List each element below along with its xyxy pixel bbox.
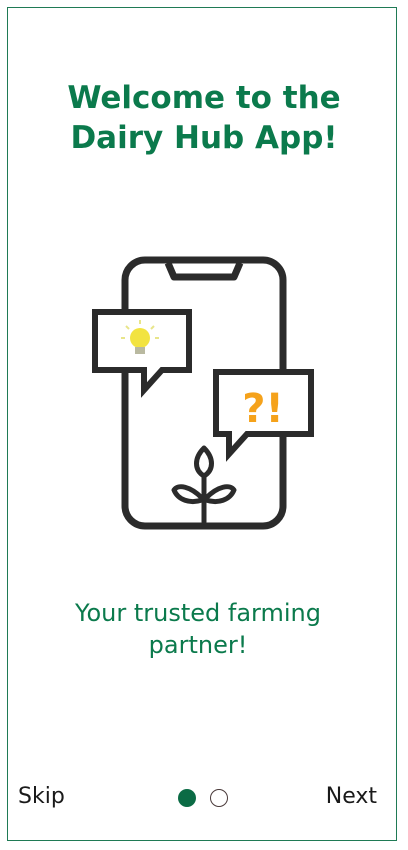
title-line-2: Dairy Hub App!: [70, 120, 338, 156]
page-indicator: [178, 789, 228, 807]
tagline-line-2: partner!: [148, 631, 248, 659]
question-exclamation-text: ?!: [242, 386, 283, 432]
skip-button[interactable]: Skip: [18, 783, 65, 811]
page-dot-1-active[interactable]: [178, 789, 196, 807]
welcome-title: Welcome to the Dairy Hub App!: [0, 78, 408, 158]
tagline-line-1: Your trusted farming: [75, 599, 321, 627]
next-button[interactable]: Next: [326, 783, 377, 811]
page-dot-2[interactable]: [210, 789, 228, 807]
title-line-1: Welcome to the: [67, 80, 341, 116]
phone-with-ideas-icon: ?!: [92, 256, 314, 530]
tagline: Your trusted farming partner!: [0, 597, 396, 661]
